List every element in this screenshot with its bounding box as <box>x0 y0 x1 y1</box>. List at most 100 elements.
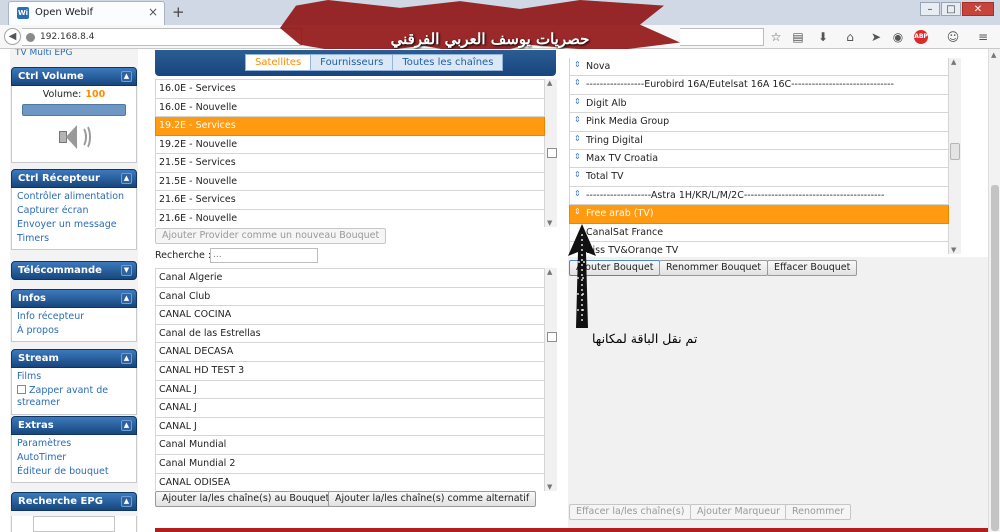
add-channel-alternative-button[interactable]: Ajouter la/les chaîne(s) comme alternati… <box>328 491 537 507</box>
link-info-recepteur[interactable]: Info récepteur <box>12 310 136 324</box>
link-editeur-bouquet[interactable]: Éditeur de bouquet <box>12 465 136 479</box>
channel-row[interactable]: Canal Mundial <box>155 436 545 455</box>
collapse-icon[interactable]: ▲ <box>121 353 132 364</box>
link-timers[interactable]: Timers <box>12 232 136 246</box>
provider-row[interactable]: 21.5E - Services <box>155 154 545 173</box>
bouquet-row[interactable]: ⇕ Max TV Croatia <box>569 149 949 169</box>
recherche-epg-header[interactable]: Recherche EPG ▲ <box>11 492 137 511</box>
ctrl-recepteur-header[interactable]: Ctrl Récepteur ▲ <box>11 169 137 188</box>
channel-row[interactable]: Canal Mundial 2 <box>155 454 545 474</box>
provider-row[interactable]: 21.5E - Nouvelle <box>155 172 545 191</box>
telecommande-header[interactable]: Télécommande ▼ <box>11 261 137 280</box>
drag-handle-icon[interactable]: ⇕ <box>574 133 581 145</box>
page-scrollbar[interactable]: ▲ <box>988 49 1000 532</box>
move-left-box[interactable] <box>547 332 557 342</box>
scroll-up-icon[interactable]: ▲ <box>547 268 552 276</box>
page-scroll-thumb[interactable] <box>991 185 999 531</box>
provider-row[interactable]: 19.2E - Nouvelle <box>155 135 545 154</box>
bouquet-row[interactable]: ⇕ Digit Alb <box>569 94 949 114</box>
addon-icon[interactable]: ◉ <box>890 29 906 45</box>
bouquet-row[interactable]: ⇕ Nova <box>569 58 949 77</box>
zapper-checkbox[interactable] <box>17 385 26 394</box>
bouquet-row-selected[interactable]: ⇕ Free arab (TV) <box>569 205 949 224</box>
collapse-icon[interactable]: ▲ <box>121 496 132 507</box>
scroll-up-icon[interactable]: ▲ <box>951 58 956 66</box>
drag-handle-icon[interactable]: ⇕ <box>574 114 581 126</box>
collapse-icon[interactable]: ▲ <box>121 293 132 304</box>
drag-handle-icon[interactable]: ⇕ <box>574 169 581 181</box>
tab-fournisseurs[interactable]: Fournisseurs <box>311 55 394 70</box>
download-icon[interactable]: ⬇ <box>815 29 831 45</box>
channel-row[interactable]: CANAL ODISEA <box>155 473 545 491</box>
link-a-propos[interactable]: À propos <box>12 324 136 338</box>
scroll-thumb[interactable] <box>950 143 960 160</box>
menu-icon[interactable]: ≡ <box>975 29 991 45</box>
move-left-box[interactable] <box>547 148 557 158</box>
reading-list-icon[interactable]: ▤ <box>790 29 806 45</box>
channel-row[interactable]: Canal Algerie <box>155 269 545 288</box>
new-tab-icon[interactable]: + <box>172 3 185 21</box>
tab-satellites[interactable]: Satellites <box>246 55 312 70</box>
tab-toutes-chaines[interactable]: Toutes les chaînes <box>393 55 502 70</box>
channel-row[interactable]: CANAL HD TEST 3 <box>155 361 545 381</box>
channel-row[interactable]: CANAL J <box>155 380 545 400</box>
bouquet-row[interactable]: ⇕ Pink Media Group <box>569 113 949 132</box>
minimize-window-button[interactable]: – <box>920 2 940 16</box>
stream-header[interactable]: Stream ▲ <box>11 349 137 368</box>
provider-row[interactable]: 21.6E - Services <box>155 191 545 210</box>
channel-scrollbar[interactable]: ▲ ▼ <box>545 268 557 491</box>
drag-handle-icon[interactable]: ⇕ <box>574 206 581 218</box>
zapper-option[interactable]: Zapper avant de streamer <box>12 384 136 411</box>
link-capturer-ecran[interactable]: Capturer écran <box>12 204 136 218</box>
scroll-up-icon[interactable]: ▲ <box>547 79 552 87</box>
scroll-up-icon[interactable]: ▲ <box>991 51 996 59</box>
bouquet-scrollbar[interactable]: ▲ ▼ <box>949 58 961 254</box>
home-icon[interactable]: ⌂ <box>842 29 858 45</box>
drag-handle-icon[interactable]: ⇕ <box>574 151 581 163</box>
ctrl-volume-header[interactable]: Ctrl Volume ▲ <box>11 67 137 86</box>
drag-handle-icon[interactable]: ⇕ <box>574 96 581 108</box>
drag-handle-icon[interactable]: ⇕ <box>574 77 581 89</box>
channel-row[interactable]: Canal de las Estrellas <box>155 324 545 344</box>
drag-handle-icon[interactable]: ⇕ <box>574 188 581 200</box>
maximize-window-button[interactable]: □ <box>941 2 961 16</box>
provider-row[interactable]: 16.0E - Nouvelle <box>155 98 545 117</box>
back-arrow-icon[interactable]: ◀ <box>4 28 21 45</box>
delete-bouquet-button[interactable]: Effacer Bouquet <box>767 260 858 276</box>
send-icon[interactable]: ➤ <box>868 29 884 45</box>
channel-row[interactable]: CANAL J <box>155 399 545 418</box>
link-parametres[interactable]: Paramètres <box>12 437 136 451</box>
scroll-down-icon[interactable]: ▼ <box>547 483 552 491</box>
collapse-icon[interactable]: ▲ <box>121 71 132 82</box>
browser-tab[interactable]: Wi Open Webif × <box>8 1 165 25</box>
link-controler-alimentation[interactable]: Contrôler alimentation <box>12 190 136 204</box>
collapse-icon[interactable]: ▲ <box>121 420 132 431</box>
search-field[interactable] <box>680 28 764 46</box>
url-bar[interactable]: 192.168.8.4 <box>22 28 302 46</box>
bouquet-row[interactable]: ⇕ Tring Digital <box>569 131 949 150</box>
rename-bouquet-button[interactable]: Renommer Bouquet <box>659 260 769 276</box>
add-channel-to-bouquet-button[interactable]: Ajouter la/les chaîne(s) au Bouquet <box>155 491 337 507</box>
extras-header[interactable]: Extras ▲ <box>11 416 137 435</box>
epg-search-input[interactable] <box>33 516 115 532</box>
search-input[interactable]: ... <box>210 248 318 263</box>
scroll-down-icon[interactable]: ▼ <box>547 219 552 227</box>
site-info-icon[interactable] <box>26 33 35 42</box>
channel-row[interactable]: CANAL J <box>155 417 545 437</box>
add-marker-button[interactable]: Ajouter Marqueur <box>690 504 788 520</box>
collapse-icon[interactable]: ▲ <box>121 173 132 184</box>
volume-slider[interactable] <box>22 104 126 116</box>
link-films[interactable]: Films <box>12 370 136 384</box>
scroll-down-icon[interactable]: ▼ <box>951 246 956 254</box>
infos-header[interactable]: Infos ▲ <box>11 289 137 308</box>
adblock-icon[interactable]: ABP <box>914 30 928 44</box>
speaker-icon[interactable] <box>55 122 93 152</box>
provider-row-selected[interactable]: 19.2E - Services <box>155 117 545 136</box>
provider-row[interactable]: 16.0E - Services <box>155 80 545 99</box>
expand-icon[interactable]: ▼ <box>121 265 132 276</box>
link-envoyer-message[interactable]: Envoyer un message <box>12 218 136 232</box>
channel-row[interactable]: CANAL COCINA <box>155 306 545 325</box>
drag-handle-icon[interactable]: ⇕ <box>574 59 581 71</box>
sidebar-item-multi-epg[interactable]: TV Multi EPG <box>15 49 72 58</box>
bouquet-row[interactable]: ⇕ Total TV <box>569 168 949 187</box>
